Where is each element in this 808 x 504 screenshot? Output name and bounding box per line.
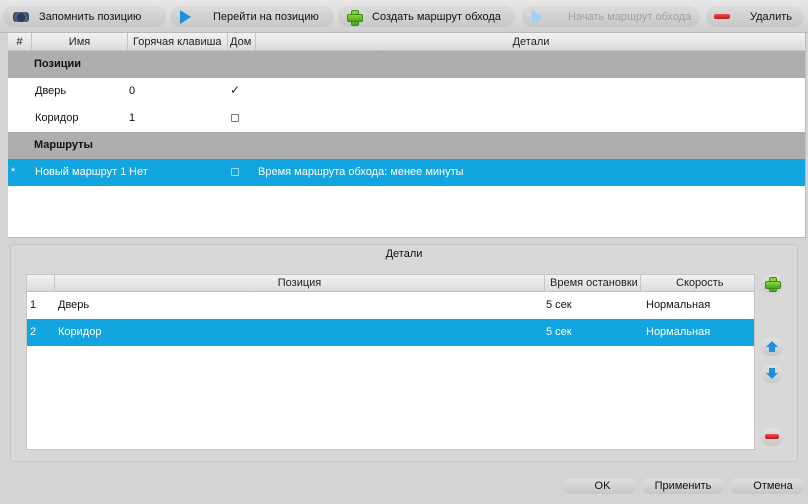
table-row-selected[interactable]: 2 Коридор 5 сек Нормальная (27, 319, 754, 346)
goto-position-button[interactable]: Перейти на позицию (170, 6, 334, 27)
play-icon (532, 9, 543, 24)
table-header: # Имя Горячая клавиша Дом Детали (8, 33, 805, 51)
remember-position-label: Запомнить позицию (39, 10, 142, 23)
row-stop-time: 5 сек (546, 326, 572, 338)
delete-label: Удалить (750, 10, 792, 23)
toolbar: Запомнить позицию Перейти на позицию Соз… (0, 0, 808, 33)
apply-button[interactable]: Применить (642, 478, 724, 494)
row-stop-time: 5 сек (546, 299, 572, 311)
minus-icon (714, 9, 730, 25)
positions-routes-table: # Имя Горячая клавиша Дом Детали Позиции… (8, 33, 806, 238)
remember-position-button[interactable]: Запомнить позицию (3, 6, 166, 27)
column-header-details[interactable]: Детали (256, 33, 806, 51)
cancel-button[interactable]: Отмена (730, 478, 804, 494)
arrow-down-icon (765, 366, 779, 382)
details-table-header: Позиция Время остановки Скорость (27, 275, 754, 292)
row-details: Время маршрута обхода: менее минуты (258, 166, 464, 178)
create-route-label: Создать маршрут обхода (372, 10, 501, 23)
column-header-speed[interactable]: Скорость (641, 275, 756, 292)
plus-icon (765, 276, 781, 292)
table-row-selected[interactable]: * Новый маршрут 1 Нет Время маршрута обх… (8, 159, 805, 186)
table-row[interactable]: Коридор 1 (8, 105, 805, 132)
arrow-up-icon (765, 339, 779, 355)
goto-position-label: Перейти на позицию (213, 10, 319, 23)
start-route-button[interactable]: Начать маршрут обхода (522, 6, 700, 27)
move-up-button[interactable] (761, 338, 783, 356)
create-route-button[interactable]: Создать маршрут обхода (338, 6, 515, 27)
column-header-num[interactable] (27, 275, 55, 292)
move-down-button[interactable] (761, 365, 783, 383)
row-position: Дверь (58, 299, 90, 311)
row-name: Новый маршрут 1 (35, 166, 127, 178)
column-header-name[interactable]: Имя (32, 33, 128, 51)
row-speed: Нормальная (646, 299, 711, 311)
route-positions-table: Позиция Время остановки Скорость 1 Дверь… (26, 274, 755, 450)
minus-icon (765, 429, 779, 445)
group-header-routes[interactable]: Маршруты (8, 132, 805, 159)
details-panel: Детали Позиция Время остановки Скорость … (10, 244, 798, 462)
column-header-num[interactable]: # (8, 33, 32, 51)
column-header-home[interactable]: Дом (228, 33, 256, 51)
row-speed: Нормальная (646, 326, 711, 338)
home-checkbox[interactable] (231, 114, 239, 122)
remove-position-button[interactable] (761, 428, 783, 446)
row-name: Дверь (35, 85, 67, 97)
row-position: Коридор (58, 326, 102, 338)
add-position-button[interactable] (761, 275, 783, 293)
row-hotkey: 0 (129, 85, 136, 97)
details-title: Детали (385, 248, 423, 260)
start-route-label: Начать маршрут обхода (568, 10, 692, 23)
column-header-position[interactable]: Позиция (55, 275, 545, 292)
table-row[interactable]: Дверь 0 ✓ (8, 78, 805, 105)
table-row[interactable]: 1 Дверь 5 сек Нормальная (27, 292, 754, 319)
column-header-stop-time[interactable]: Время остановки (545, 275, 641, 292)
delete-button[interactable]: Удалить (706, 6, 804, 27)
row-marker: * (11, 166, 16, 178)
play-icon (180, 9, 191, 24)
ok-button[interactable]: OK (563, 478, 636, 494)
home-checkbox[interactable] (231, 168, 239, 176)
plus-icon (346, 9, 363, 26)
row-hotkey: 1 (129, 112, 136, 124)
row-num: 2 (30, 326, 37, 338)
home-checkbox-checked[interactable]: ✓ (230, 83, 240, 97)
row-num: 1 (30, 299, 37, 311)
group-header-positions[interactable]: Позиции (8, 51, 805, 78)
column-header-hotkey[interactable]: Горячая клавиша (128, 33, 228, 51)
row-hotkey: Нет (129, 166, 148, 178)
camera-icon (13, 12, 29, 22)
row-name: Коридор (35, 112, 79, 124)
